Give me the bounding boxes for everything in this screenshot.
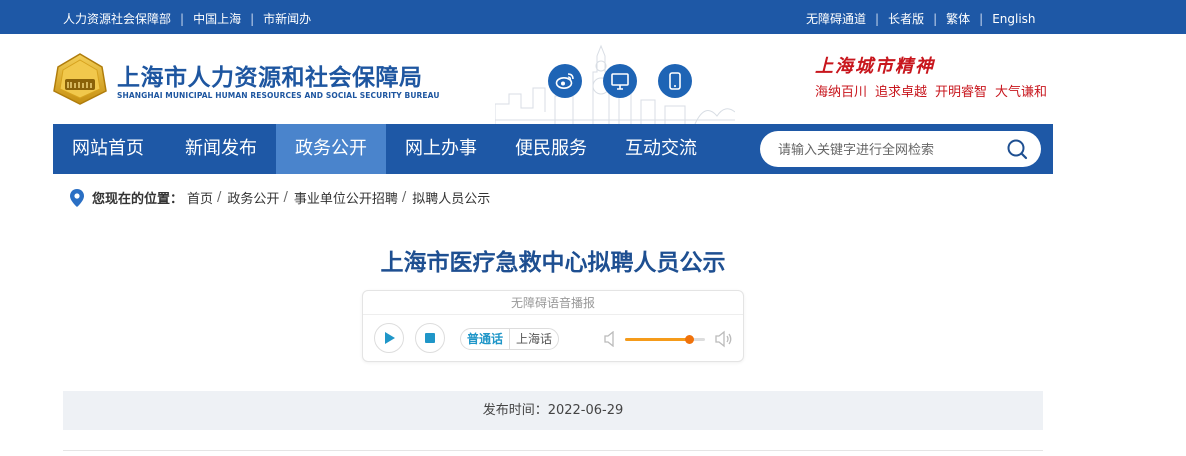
search-input[interactable]	[778, 131, 998, 167]
breadcrumb-separator: /	[217, 190, 222, 205]
breadcrumb: 您现在的位置： 首页 / 政务公开 / 事业单位公开招聘 / 拟聘人员公示	[70, 188, 490, 207]
top-bar: 人力资源社会保障部 | 中国上海 | 市新闻办 无障碍通道 | 长者版 | 繁体…	[0, 0, 1186, 34]
separator: |	[933, 11, 938, 26]
bureau-emblem-icon[interactable]	[53, 53, 107, 105]
main-nav: 网站首页 新闻发布 政务公开 网上办事 便民服务 互动交流	[53, 124, 1053, 174]
link-china-shanghai[interactable]: 中国上海	[193, 10, 241, 27]
link-english[interactable]: English	[992, 12, 1035, 26]
dialect-shanghainese[interactable]: 上海话	[509, 329, 558, 349]
site-header: 上海市人力资源和社会保障局 SHANGHAI MUNICIPAL HUMAN R…	[0, 34, 1186, 124]
divider	[63, 450, 1043, 451]
mobile-icon	[669, 72, 681, 90]
pc-button[interactable]	[603, 64, 637, 98]
weibo-button[interactable]	[548, 64, 582, 98]
separator: |	[180, 11, 185, 26]
separator: |	[979, 11, 984, 26]
search-box	[760, 131, 1041, 167]
stop-button[interactable]	[415, 323, 445, 353]
dialect-toggle: 普通话 上海话	[460, 328, 560, 350]
nav-item-government-affairs[interactable]: 政务公开	[276, 124, 386, 174]
volume-slider-fill	[625, 338, 689, 341]
article-title: 上海市医疗急救中心拟聘人员公示	[380, 250, 726, 276]
breadcrumb-label: 您现在的位置：	[92, 192, 184, 207]
nav-item-news[interactable]: 新闻发布	[166, 124, 276, 174]
volume-low-icon[interactable]	[604, 331, 618, 347]
volume-high-icon[interactable]	[715, 330, 733, 348]
breadcrumb-item-recruitment[interactable]: 事业单位公开招聘	[294, 188, 398, 207]
monitor-icon	[611, 72, 629, 90]
weibo-icon	[555, 73, 574, 89]
publish-time-bar: 发布时间：2022-06-29	[63, 391, 1043, 430]
location-pin-icon	[70, 188, 84, 207]
separator: |	[250, 11, 255, 26]
city-spirit-title: 上海城市精神	[815, 56, 935, 77]
breadcrumb-separator: /	[283, 190, 288, 205]
link-accessibility[interactable]: 无障碍通道	[806, 10, 866, 27]
separator: |	[875, 11, 880, 26]
top-left-links: 人力资源社会保障部 | 中国上海 | 市新闻办	[63, 10, 311, 27]
link-traditional[interactable]: 繁体	[946, 10, 970, 27]
link-mohrss[interactable]: 人力资源社会保障部	[63, 10, 171, 27]
breadcrumb-separator: /	[401, 190, 407, 205]
link-press-office[interactable]: 市新闻办	[263, 10, 311, 27]
top-right-links: 无障碍通道 | 长者版 | 繁体 | English	[806, 10, 1036, 27]
nav-item-public-services[interactable]: 便民服务	[496, 124, 606, 174]
nav-item-online-services[interactable]: 网上办事	[386, 124, 496, 174]
publish-time: 发布时间：2022-06-29	[482, 403, 624, 418]
play-icon	[385, 332, 395, 344]
city-spirit-item: 海纳百川	[815, 85, 868, 100]
city-spirit-item: 开明睿智	[935, 85, 988, 100]
search-icon[interactable]	[1006, 138, 1028, 160]
nav-item-home[interactable]: 网站首页	[53, 124, 163, 174]
breadcrumb-item-government-affairs[interactable]: 政务公开	[227, 188, 279, 207]
breadcrumb-item-announcement[interactable]: 拟聘人员公示	[412, 188, 490, 207]
dialect-mandarin[interactable]: 普通话	[461, 329, 509, 349]
player-header: 无障碍语音播报	[363, 291, 743, 315]
play-button[interactable]	[374, 323, 404, 353]
mobile-button[interactable]	[658, 64, 692, 98]
site-name[interactable]: 上海市人力资源和社会保障局	[117, 58, 423, 92]
city-spirit-item: 大气谦和	[995, 85, 1048, 100]
volume-slider-knob[interactable]	[685, 335, 694, 344]
city-spirit-item: 追求卓越	[875, 85, 928, 100]
audio-player: 无障碍语音播报 普通话 上海话	[362, 290, 744, 362]
stop-icon	[425, 333, 435, 343]
link-elder-version[interactable]: 长者版	[888, 10, 924, 27]
volume-slider[interactable]	[625, 335, 705, 344]
city-spirit-items: 海纳百川 追求卓越 开明睿智 大气谦和	[815, 81, 1055, 100]
nav-item-interaction[interactable]: 互动交流	[606, 124, 716, 174]
site-name-en: SHANGHAI MUNICIPAL HUMAN RESOURCES AND S…	[117, 91, 440, 100]
breadcrumb-item-home[interactable]: 首页	[187, 188, 213, 207]
